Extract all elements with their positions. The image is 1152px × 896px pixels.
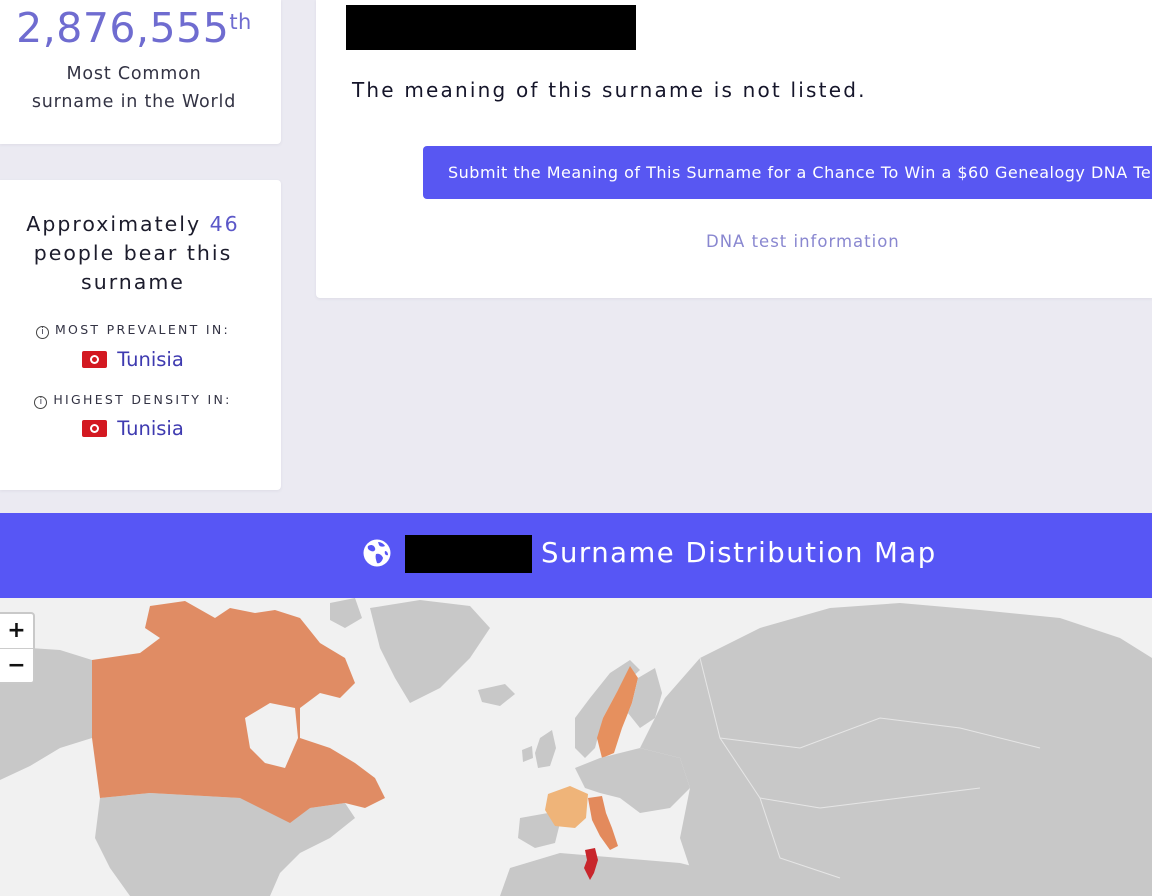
meaning-card: The meaning of this surname is not liste… xyxy=(316,0,1152,298)
redacted-surname-title xyxy=(346,5,636,50)
map-country-canada xyxy=(92,601,385,823)
zoom-out-button[interactable]: − xyxy=(0,649,33,683)
world-map[interactable] xyxy=(0,598,1152,896)
approx-suffix-line1: people bear this xyxy=(33,241,233,265)
approx-prefix: Approximately xyxy=(26,212,202,236)
stats-card: Approximately 46 people bear this surnam… xyxy=(0,180,281,490)
map-country-ireland xyxy=(522,746,533,762)
info-circle-icon[interactable]: i xyxy=(35,326,49,339)
map-country-italy xyxy=(588,796,618,850)
map-arctic-islands xyxy=(330,598,362,628)
submit-meaning-button[interactable]: Submit the Meaning of This Surname for a… xyxy=(423,146,1152,199)
population-count: 46 xyxy=(209,212,240,236)
highest-density-label: HIGHEST DENSITY IN: xyxy=(53,392,232,407)
tunisia-flag-icon xyxy=(82,351,108,368)
rank-caption-line2: surname in the World xyxy=(31,92,237,112)
map-country-greenland xyxy=(370,600,490,703)
highest-density-heading: i HIGHEST DENSITY IN: xyxy=(0,392,266,409)
rank-number: 2,876,555th xyxy=(0,4,268,52)
dna-test-info-link[interactable]: DNA test information xyxy=(706,232,900,251)
highest-density-link[interactable]: Tunisia xyxy=(0,417,266,440)
most-prevalent-label: MOST PREVALENT IN: xyxy=(54,322,231,337)
zoom-in-button[interactable]: + xyxy=(0,614,33,649)
map-country-russia-asia xyxy=(640,603,1152,896)
map-country-uk xyxy=(535,730,556,768)
globe-icon xyxy=(363,539,391,567)
map-country-usa xyxy=(95,793,355,896)
rank-suffix: th xyxy=(229,10,252,34)
rank-value: 2,876,555 xyxy=(16,4,230,52)
highest-density-country[interactable]: Tunisia xyxy=(117,417,184,440)
redacted-surname-banner xyxy=(405,535,532,573)
most-prevalent-country[interactable]: Tunisia xyxy=(117,348,184,371)
tunisia-flag-icon xyxy=(82,420,108,437)
approx-suffix-line2: surname xyxy=(81,270,185,294)
rank-caption-line1: Most Common xyxy=(66,64,202,84)
most-prevalent-link[interactable]: Tunisia xyxy=(0,348,266,371)
rank-caption: Most Common surname in the World xyxy=(0,60,268,116)
population-statement: Approximately 46 people bear this surnam… xyxy=(0,210,266,297)
map-country-iceland xyxy=(478,684,515,706)
meaning-text: The meaning of this surname is not liste… xyxy=(352,78,867,102)
info-circle-icon[interactable]: i xyxy=(34,396,48,409)
rank-card: 2,876,555th Most Common surname in the W… xyxy=(0,0,281,144)
map-zoom-control: + − xyxy=(0,612,35,684)
distribution-map[interactable] xyxy=(0,598,1152,896)
most-prevalent-heading: i MOST PREVALENT IN: xyxy=(0,322,266,339)
map-title: Surname Distribution Map xyxy=(541,537,937,569)
